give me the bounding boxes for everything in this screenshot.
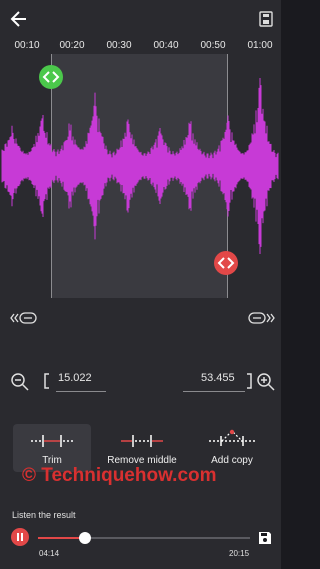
end-handle[interactable] (214, 251, 238, 275)
bracket-icon (44, 373, 49, 389)
zoom-row: 15.022 53.455 (0, 366, 281, 398)
rewind-start-icon[interactable] (9, 310, 39, 326)
waveform (1, 77, 279, 255)
ruler-tick: 00:40 (153, 40, 179, 51)
trim-icon (31, 435, 73, 447)
watermark: © Techniquehow.com (22, 465, 217, 486)
diamond-arrows-icon (42, 71, 60, 83)
waveform-path (1, 77, 279, 255)
current-time: 04:14 (39, 549, 60, 558)
zoom-out-icon[interactable] (10, 372, 30, 392)
trim-screen: 00:10 00:20 00:30 00:40 00:50 01:00 15.0… (0, 0, 281, 569)
start-time-field[interactable]: 15.022 (58, 372, 92, 384)
remove-middle-icon (121, 435, 163, 447)
start-field-underline (56, 391, 106, 392)
waveform-area[interactable] (0, 54, 281, 338)
time-ruler: 00:10 00:20 00:30 00:40 00:50 01:00 (0, 38, 281, 54)
forward-end-icon[interactable] (246, 310, 276, 326)
playback-track[interactable] (38, 537, 250, 539)
add-copy-icon (209, 429, 255, 446)
diamond-arrows-icon (217, 257, 235, 269)
pause-icon (17, 533, 23, 541)
ruler-tick: 00:50 (200, 40, 226, 51)
end-field-underline (183, 391, 245, 392)
ruler-tick: 00:10 (14, 40, 40, 51)
total-time: 20:15 (229, 549, 250, 558)
arrow-left-icon[interactable] (10, 10, 28, 28)
save-file-icon[interactable] (259, 11, 273, 27)
playback-progress (38, 537, 85, 539)
save-icon[interactable] (258, 531, 272, 545)
top-bar (0, 0, 281, 36)
ruler-tick: 01:00 (247, 40, 273, 51)
ruler-tick: 00:30 (106, 40, 132, 51)
playback-thumb[interactable] (78, 532, 91, 544)
end-time-field[interactable]: 53.455 (201, 372, 235, 384)
listen-label: Listen the result (12, 510, 76, 520)
zoom-in-icon[interactable] (256, 372, 276, 392)
start-handle[interactable] (39, 65, 63, 89)
ruler-tick: 00:20 (59, 40, 85, 51)
bracket-icon (247, 373, 252, 389)
pause-button[interactable] (11, 528, 29, 546)
